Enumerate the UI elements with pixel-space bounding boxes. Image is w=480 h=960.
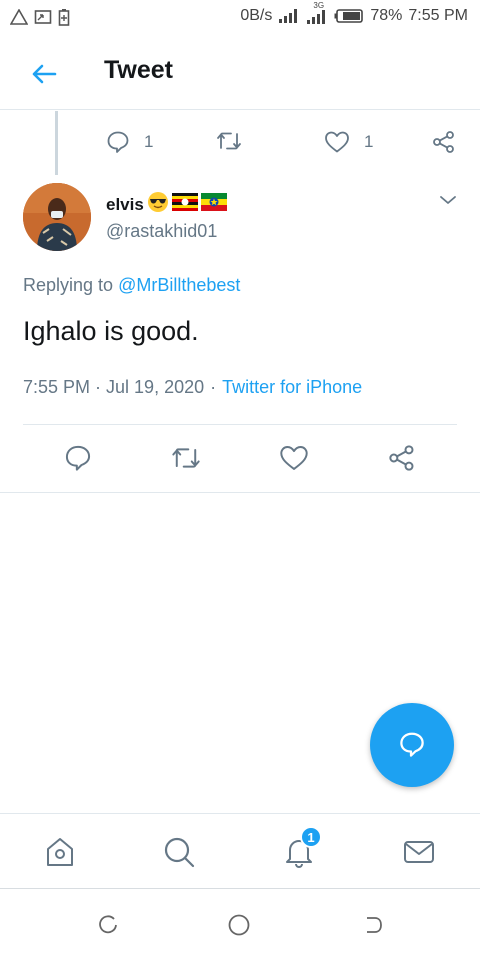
display-name: elvis	[106, 194, 144, 214]
parent-reply-button[interactable]: 1	[106, 130, 153, 154]
tweet-meta: 7:55 PM · Jul 19, 2020 · Twitter for iPh…	[23, 377, 362, 398]
share-button[interactable]	[386, 442, 418, 474]
reply-icon	[107, 131, 129, 153]
signal-icon	[278, 8, 300, 24]
network-type: 3G	[313, 1, 325, 10]
back-button[interactable]	[28, 58, 60, 90]
share-icon	[389, 445, 414, 471]
replying-to-label: Replying to	[23, 275, 114, 295]
battery-saver-icon	[58, 8, 70, 26]
parent-like-count: 1	[364, 132, 374, 151]
like-icon	[280, 446, 308, 470]
back-system-button[interactable]	[360, 912, 386, 938]
battery-level: 78%	[370, 7, 403, 24]
name-row: elvis	[106, 191, 227, 218]
warning-icon	[10, 9, 28, 25]
tweet-text: Ighalo is good.	[23, 316, 199, 346]
parent-tweet-actions: 1 1	[0, 120, 480, 164]
system-navigation-bar	[0, 890, 480, 960]
nav-home[interactable]	[40, 832, 80, 872]
clock: 7:55 PM	[408, 7, 468, 24]
notification-badge: 1	[300, 826, 322, 848]
parent-share-button[interactable]	[432, 130, 456, 154]
home-system-button[interactable]	[226, 912, 252, 938]
search-icon	[164, 837, 195, 868]
status-bar: 0B/s 3G 78% 7:55 PM	[0, 0, 480, 36]
divider	[0, 492, 480, 493]
tweet-actions	[0, 438, 480, 478]
divider	[23, 424, 457, 425]
messages-icon	[404, 841, 434, 863]
recent-apps-button[interactable]	[95, 912, 121, 938]
reply-button[interactable]	[62, 442, 94, 474]
arrow-left-icon	[32, 64, 57, 84]
ethiopia-flag-icon	[200, 193, 227, 216]
meta-separator: ·	[210, 377, 217, 397]
network-speed: 0B/s	[240, 7, 273, 24]
parent-retweet-button[interactable]	[216, 130, 242, 152]
circle-home-icon	[228, 914, 250, 936]
reply-fab-button[interactable]	[370, 703, 454, 787]
nav-messages[interactable]	[399, 832, 439, 872]
signal-3g-icon: 3G	[306, 1, 328, 25]
like-icon	[325, 131, 349, 153]
parent-reply-count: 1	[144, 132, 154, 151]
tweet-options-button[interactable]	[436, 190, 460, 210]
home-icon	[47, 838, 73, 866]
avatar[interactable]	[23, 183, 91, 251]
retweet-button[interactable]	[170, 442, 202, 474]
app-header: Tweet	[0, 36, 480, 110]
sunglasses-emoji	[147, 191, 169, 218]
user-handle[interactable]: @rastakhid01	[106, 221, 217, 242]
reply-icon	[65, 445, 91, 471]
nav-search[interactable]	[159, 832, 199, 872]
recent-apps-icon	[99, 915, 117, 934]
parent-like-button[interactable]: 1	[324, 130, 373, 154]
cast-icon	[34, 9, 52, 25]
retweet-icon	[217, 132, 241, 150]
chevron-down-icon	[440, 196, 456, 204]
replying-to: Replying to @MrBillthebest	[23, 275, 240, 296]
uganda-flag-icon	[171, 193, 198, 216]
reply-icon	[400, 732, 424, 757]
share-icon	[433, 131, 454, 153]
retweet-icon	[172, 448, 200, 468]
back-system-icon	[367, 917, 382, 933]
page-title: Tweet	[104, 56, 173, 84]
tweet-source[interactable]: Twitter for iPhone	[222, 377, 362, 398]
battery-icon	[334, 8, 364, 24]
replying-to-mention[interactable]: @MrBillthebest	[118, 275, 240, 295]
bottom-navigation: 1	[0, 813, 480, 889]
like-button[interactable]	[278, 442, 310, 474]
tweet-timestamp: 7:55 PM · Jul 19, 2020	[23, 377, 205, 397]
